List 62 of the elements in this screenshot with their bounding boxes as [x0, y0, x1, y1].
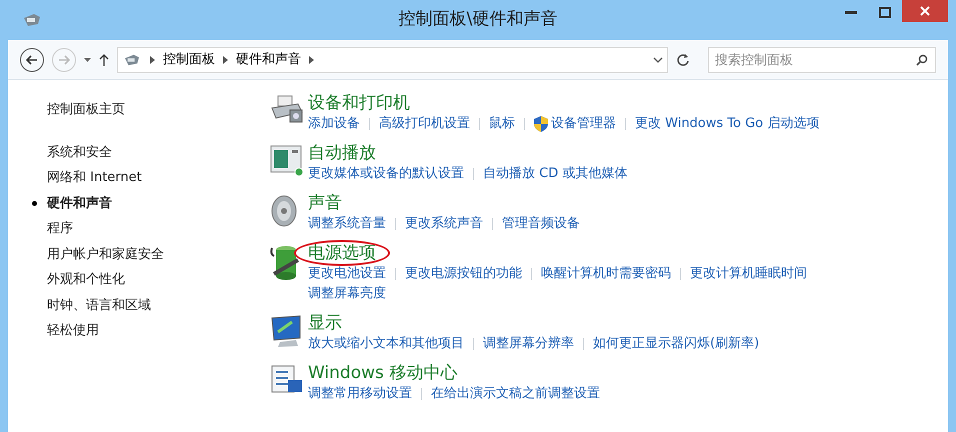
category-link[interactable]: 更改电源按钮的功能 [405, 264, 522, 284]
autoplay-icon [270, 144, 304, 176]
printer-icon [270, 94, 304, 124]
forward-arrow-icon [58, 54, 70, 64]
sidebar-item[interactable]: 外观和个性化 [47, 270, 125, 290]
category-link[interactable]: 自动播放 CD 或其他媒体 [483, 164, 628, 184]
shield-icon [534, 116, 548, 132]
maximize-icon [879, 6, 891, 18]
refresh-icon[interactable] [676, 52, 690, 66]
breadcrumb-arrow-icon[interactable] [223, 56, 228, 64]
breadcrumb-item[interactable]: 硬件和声音 [236, 50, 301, 70]
category-link[interactable]: 在给出演示文稿之前调整设置 [431, 384, 600, 404]
sidebar-item[interactable]: 系统和安全 [47, 142, 112, 162]
category-link[interactable]: 设备管理器 [534, 114, 616, 134]
close-button[interactable] [902, 0, 948, 22]
category-link[interactable]: 调整常用移动设置 [308, 384, 412, 404]
control-panel-icon [122, 52, 142, 66]
category-link[interactable]: 调整屏幕亮度 [308, 284, 386, 304]
category-link[interactable]: 添加设备 [308, 114, 360, 134]
sidebar-item[interactable]: 时钟、语言和区域 [47, 296, 151, 315]
sidebar-item[interactable]: 程序 [47, 219, 73, 238]
sidebar-item[interactable]: 用户帐户和家庭安全 [47, 244, 164, 264]
category-title[interactable]: Windows 移动中心 [308, 362, 458, 384]
control-panel-icon [22, 12, 42, 28]
selected-bullet-icon [32, 200, 37, 206]
sidebar-item[interactable]: 硬件和声音 [47, 194, 112, 213]
search-icon [916, 54, 928, 66]
back-button[interactable] [20, 48, 44, 72]
back-arrow-icon [26, 54, 38, 64]
category-link[interactable]: 更改 Windows To Go 启动选项 [635, 114, 820, 134]
up-arrow-icon[interactable] [99, 54, 109, 66]
breadcrumb-item[interactable]: 控制面板 [163, 50, 215, 70]
category-link[interactable]: 更改系统声音 [405, 214, 483, 234]
dropdown-chevron-icon[interactable] [653, 56, 663, 62]
close-icon [920, 6, 930, 16]
breadcrumb-arrow-icon[interactable] [150, 56, 155, 64]
breadcrumb-arrow-icon[interactable] [309, 56, 314, 64]
category-title[interactable]: 显示 [308, 312, 342, 334]
category-title[interactable]: 设备和打印机 [308, 92, 410, 114]
category-link[interactable]: 唤醒计算机时需要密码 [541, 264, 671, 284]
category-link[interactable]: 管理音频设备 [502, 214, 580, 234]
category-link[interactable]: 放大或缩小文本和其他项目 [308, 334, 464, 354]
window-title: 控制面板\硬件和声音 [398, 8, 558, 32]
category-link[interactable]: 调整屏幕分辨率 [483, 334, 574, 354]
search-field[interactable]: 搜索控制面板 [708, 47, 936, 73]
category-link[interactable]: 更改计算机睡眠时间 [690, 264, 807, 284]
category-link[interactable]: 更改电池设置 [308, 264, 386, 284]
category-link[interactable]: 调整系统音量 [308, 214, 386, 234]
category-title[interactable]: 电源选项 [294, 240, 390, 266]
category-title[interactable]: 自动播放 [308, 142, 376, 164]
dropdown-caret-icon[interactable] [84, 58, 91, 62]
address-field[interactable]: 控制面板 硬件和声音 [117, 46, 668, 72]
category-link[interactable]: 如何更正显示器闪烁(刷新率) [593, 334, 760, 354]
sidebar-item[interactable]: 网络和 Internet [47, 168, 142, 188]
sidebar-link[interactable]: 控制面板主页 [25, 100, 254, 120]
category-title[interactable]: 声音 [308, 192, 342, 214]
category-link[interactable]: 鼠标 [489, 114, 515, 134]
category-link[interactable]: 更改媒体或设备的默认设置 [308, 164, 464, 184]
minimize-icon [845, 10, 857, 14]
category-link[interactable]: 高级打印机设置 [379, 114, 470, 134]
mobility-center-icon [270, 364, 304, 394]
sidebar-item[interactable]: 轻松使用 [47, 321, 99, 340]
